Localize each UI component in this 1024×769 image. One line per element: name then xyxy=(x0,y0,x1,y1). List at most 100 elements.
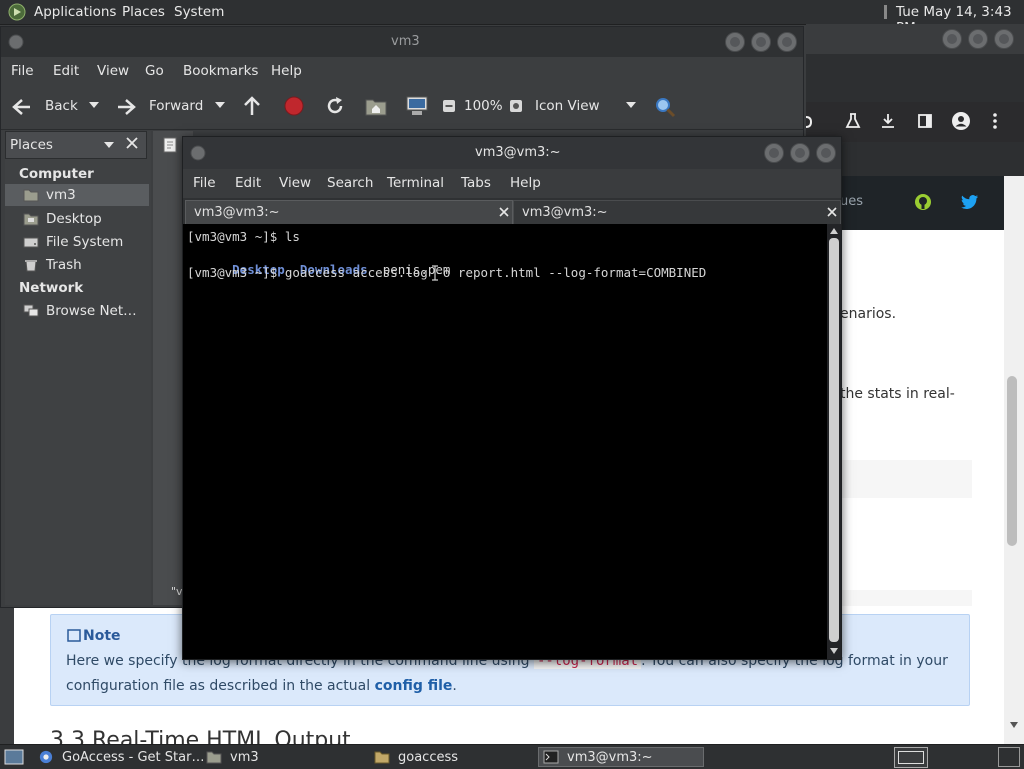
home-folder-icon[interactable] xyxy=(365,96,387,116)
scroll-down-icon[interactable] xyxy=(830,648,838,654)
lab-flask-icon[interactable] xyxy=(844,112,862,130)
scroll-up-icon[interactable] xyxy=(830,228,838,234)
github-icon[interactable] xyxy=(914,193,932,211)
menu-file[interactable]: File xyxy=(11,63,34,79)
trash-applet[interactable] xyxy=(998,747,1020,767)
view-mode-select[interactable]: Icon View xyxy=(535,98,600,114)
zoom-level[interactable]: 100% xyxy=(464,98,503,114)
maximize-icon[interactable] xyxy=(751,32,771,52)
minimize-icon[interactable] xyxy=(725,32,745,52)
task-file-manager-vm3[interactable]: vm3 xyxy=(206,747,259,767)
computer-icon[interactable] xyxy=(405,95,429,117)
forward-arrow-icon[interactable] xyxy=(115,97,137,117)
folder-icon xyxy=(374,751,390,764)
tab-active[interactable]: vm3@vm3:~ xyxy=(185,200,513,225)
back-history-dropdown-icon[interactable] xyxy=(89,102,99,108)
show-desktop-icon[interactable] xyxy=(4,748,24,766)
twitter-icon[interactable] xyxy=(961,194,979,210)
task-label: goaccess xyxy=(398,749,459,765)
tab-inactive[interactable]: vm3@vm3:~ xyxy=(513,200,841,225)
sidebar-item-browse-network[interactable]: Browse Net… xyxy=(23,303,137,319)
download-icon[interactable] xyxy=(879,112,897,130)
menu-view[interactable]: View xyxy=(279,175,311,191)
sidebar-item-trash[interactable]: Trash xyxy=(23,257,82,273)
task-label: GoAccess - Get Star… xyxy=(62,749,205,765)
task-file-manager-goaccess[interactable]: goaccess xyxy=(374,747,458,767)
tab-close-icon[interactable] xyxy=(498,206,510,218)
sidebar-item-file-system[interactable]: File System xyxy=(23,234,123,250)
menu-tabs[interactable]: Tabs xyxy=(461,175,491,191)
places-dropdown-icon[interactable] xyxy=(104,142,114,148)
terminal-scrollbar[interactable] xyxy=(827,224,841,659)
close-icon[interactable] xyxy=(994,29,1014,49)
close-sidebar-icon[interactable] xyxy=(125,136,139,150)
menu-help[interactable]: Help xyxy=(271,63,302,79)
search-icon[interactable] xyxy=(654,96,676,118)
window-menu-icon[interactable] xyxy=(8,34,24,50)
menu-file[interactable]: File xyxy=(193,175,216,191)
reload-icon[interactable] xyxy=(324,95,346,117)
workspace-1[interactable] xyxy=(898,751,924,764)
back-button[interactable]: Back xyxy=(45,98,78,114)
tab-close-icon[interactable] xyxy=(826,206,838,218)
menu-go[interactable]: Go xyxy=(145,63,164,79)
sidebar-item-label: Browse Net… xyxy=(46,303,137,319)
maximize-icon[interactable] xyxy=(968,29,988,49)
menu-bookmarks[interactable]: Bookmarks xyxy=(183,63,258,79)
close-icon[interactable] xyxy=(777,32,797,52)
menu-search[interactable]: Search xyxy=(327,175,373,191)
note-icon xyxy=(67,629,81,642)
scrollbar-thumb[interactable] xyxy=(1007,376,1017,546)
terminal-titlebar[interactable]: vm3@vm3:~ xyxy=(183,137,841,169)
scroll-down-icon[interactable] xyxy=(1010,722,1018,728)
menu-edit[interactable]: Edit xyxy=(53,63,79,79)
back-arrow-icon[interactable] xyxy=(11,97,33,117)
workspace-switcher[interactable] xyxy=(894,747,928,768)
bottom-taskbar: GoAccess - Get Star… vm3 goaccess vm3@vm… xyxy=(0,744,1024,769)
sidebar-item-vm3[interactable]: vm3 xyxy=(23,187,76,203)
minimize-icon[interactable] xyxy=(942,29,962,49)
sidebar-item-label: File System xyxy=(46,234,124,250)
task-terminal[interactable]: vm3@vm3:~ xyxy=(538,747,704,767)
menu-places[interactable]: Places xyxy=(122,4,165,20)
view-mode-dropdown-icon[interactable] xyxy=(626,102,636,108)
forward-history-dropdown-icon[interactable] xyxy=(215,102,225,108)
desktop-folder-icon xyxy=(23,213,39,226)
menu-applications[interactable]: Applications xyxy=(34,4,116,20)
zoom-in-icon[interactable] xyxy=(509,99,523,113)
nav-issues-partial[interactable]: ues xyxy=(840,194,863,209)
zoom-out-icon[interactable] xyxy=(442,99,456,113)
extension-icon[interactable] xyxy=(806,114,812,130)
section-computer: Computer xyxy=(19,166,94,182)
menu-view[interactable]: View xyxy=(97,63,129,79)
sidebar-item-label: Desktop xyxy=(46,211,102,227)
close-icon[interactable] xyxy=(816,143,836,163)
menu-help[interactable]: Help xyxy=(510,175,541,191)
stop-icon[interactable] xyxy=(284,96,304,116)
text-file-icon[interactable] xyxy=(163,137,177,153)
profile-avatar-icon[interactable] xyxy=(951,111,971,131)
text-cursor-icon xyxy=(431,265,439,281)
sidebar-item-desktop[interactable]: Desktop xyxy=(23,211,102,227)
menu-system[interactable]: System xyxy=(174,4,224,20)
browser-titlebar xyxy=(806,24,1024,54)
minimize-icon[interactable] xyxy=(764,143,784,163)
system-logo-icon[interactable] xyxy=(8,3,26,21)
maximize-icon[interactable] xyxy=(790,143,810,163)
terminal-output[interactable]: [vm3@vm3 ~]$ ls Desktop Downloads penis.… xyxy=(183,224,827,659)
forward-button[interactable]: Forward xyxy=(149,98,203,114)
window-menu-icon[interactable] xyxy=(190,145,206,161)
scrollbar-thumb[interactable] xyxy=(829,238,839,642)
menu-terminal[interactable]: Terminal xyxy=(387,175,444,191)
config-file-link[interactable]: config file xyxy=(375,678,453,694)
browser-scrollbar[interactable] xyxy=(1004,176,1024,744)
terminal-line-goaccess: [vm3@vm3 ~]$ goaccess access.log -o repo… xyxy=(187,265,707,280)
menu-edit[interactable]: Edit xyxy=(235,175,261,191)
up-arrow-icon[interactable] xyxy=(242,95,262,117)
sidebar-toggle-icon[interactable] xyxy=(916,112,934,130)
file-manager-titlebar[interactable]: vm3 xyxy=(1,27,803,57)
kebab-menu-icon[interactable] xyxy=(992,112,998,130)
task-browser[interactable]: GoAccess - Get Star… xyxy=(38,747,204,767)
window-title: vm3@vm3:~ xyxy=(475,145,561,160)
top-panel: Applications Places System Tue May 14, 3… xyxy=(0,0,1024,36)
